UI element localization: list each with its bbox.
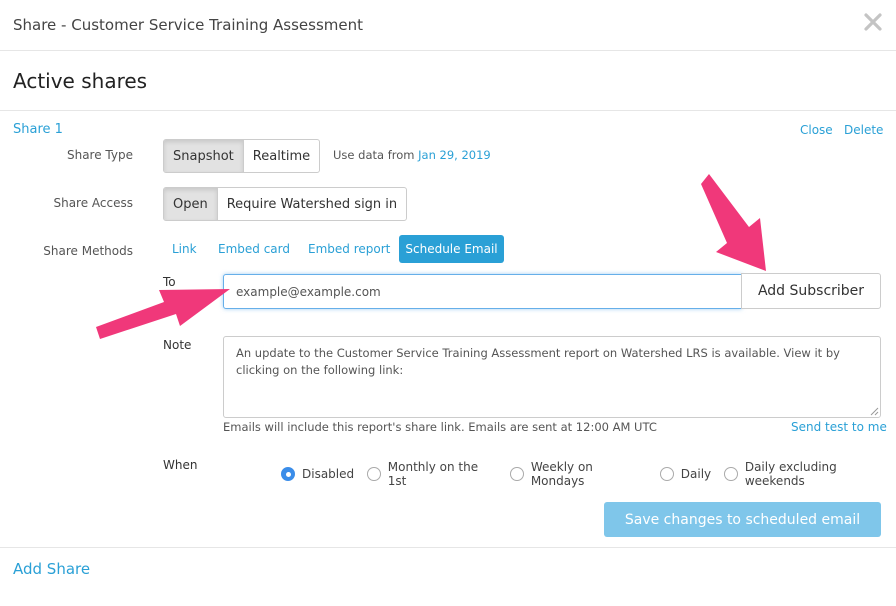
use-data-prefix: Use data from — [333, 148, 415, 162]
note-text: An update to the Customer Service Traini… — [236, 346, 840, 377]
share-name[interactable]: Share 1 — [13, 122, 63, 137]
share-access-open[interactable]: Open — [164, 188, 217, 220]
when-option-label: Daily excluding weekends — [744, 460, 837, 488]
to-email-value: example@example.com — [236, 284, 381, 299]
add-subscriber-button[interactable]: Add Subscriber — [741, 273, 881, 309]
share-methods-label: Share Methods — [43, 244, 133, 258]
share-access-toggle: Open Require Watershed sign in — [163, 187, 408, 221]
header-divider — [0, 50, 896, 51]
when-option-label: Monthly on the 1st — [387, 460, 479, 488]
method-schedule-email-tab[interactable]: Schedule Email — [399, 235, 504, 263]
method-embed-report-tab[interactable]: Embed report — [308, 242, 390, 256]
when-option-label: Disabled — [302, 467, 355, 481]
radio-icon[interactable] — [724, 467, 738, 481]
add-share-link[interactable]: Add Share — [13, 560, 90, 578]
radio-icon[interactable] — [659, 467, 674, 481]
resize-grip-icon[interactable] — [870, 407, 879, 416]
share-access-require-signin[interactable]: Require Watershed sign in — [216, 188, 406, 220]
section-heading: Active shares — [13, 69, 148, 93]
when-option-weekly[interactable]: Weekly on Mondays — [510, 460, 647, 488]
footer-divider — [0, 547, 896, 548]
close-icon[interactable] — [860, 9, 886, 35]
when-option-daily[interactable]: Daily — [659, 467, 712, 481]
close-share-link[interactable]: Close — [800, 123, 833, 137]
to-label: To — [163, 275, 176, 289]
radio-icon[interactable] — [510, 467, 524, 481]
when-option-label: Weekly on Mondays — [530, 460, 593, 488]
when-option-label: Daily — [680, 467, 712, 481]
when-label: When — [163, 458, 198, 472]
share-access-label: Share Access — [53, 196, 133, 210]
note-label: Note — [163, 338, 192, 352]
modal-title: Share - Customer Service Training Assess… — [13, 16, 364, 34]
radio-selected-icon[interactable] — [281, 467, 295, 481]
method-link-tab[interactable]: Link — [172, 242, 197, 256]
note-textarea[interactable]: An update to the Customer Service Traini… — [223, 336, 881, 418]
use-data-date-link[interactable]: Jan 29, 2019 — [418, 148, 491, 162]
send-test-link[interactable]: Send test to me — [791, 420, 887, 434]
share-type-label: Share Type — [66, 148, 133, 162]
share-type-realtime[interactable]: Realtime — [242, 140, 319, 172]
share-type-toggle: Snapshot Realtime — [163, 139, 321, 173]
method-embed-card-tab[interactable]: Embed card — [218, 242, 290, 256]
section-divider — [0, 110, 896, 111]
annotation-arrow-icon — [701, 174, 766, 271]
annotation-arrow-icon — [96, 289, 230, 339]
radio-icon[interactable] — [367, 467, 381, 481]
use-data-from: Use data from Jan 29, 2019 — [333, 148, 491, 162]
when-radio-group: Disabled Monthly on the 1st Weekly on Mo… — [281, 460, 896, 488]
save-scheduled-email-button[interactable]: Save changes to scheduled email — [604, 502, 881, 537]
when-option-disabled[interactable]: Disabled — [281, 467, 354, 481]
when-option-daily-weekdays[interactable]: Daily excluding weekends — [724, 460, 896, 488]
delete-share-link[interactable]: Delete — [844, 123, 883, 137]
share-type-snapshot[interactable]: Snapshot — [164, 140, 243, 172]
to-email-input[interactable]: example@example.com — [223, 274, 742, 309]
email-help-text: Emails will include this report's share … — [223, 420, 657, 434]
when-option-monthly[interactable]: Monthly on the 1st — [367, 460, 497, 488]
